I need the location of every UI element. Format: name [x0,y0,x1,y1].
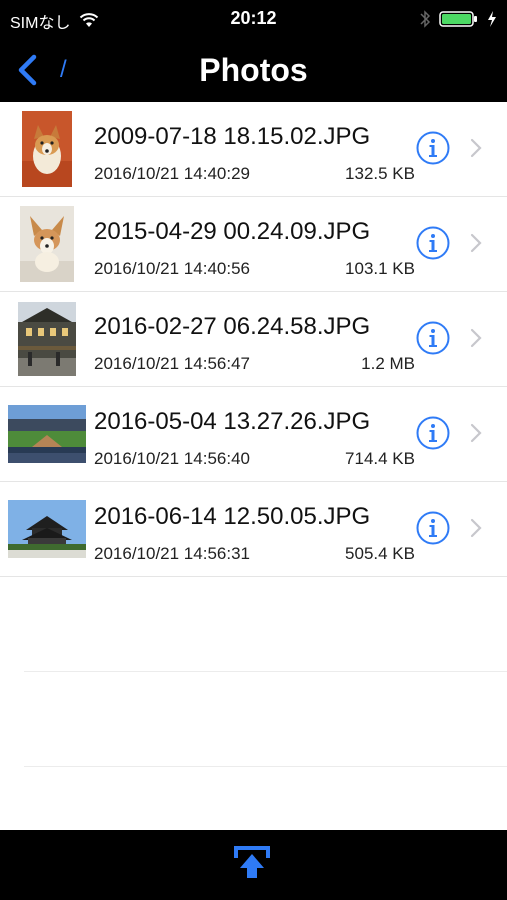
chevron-right-icon [470,138,482,158]
photo-thumbnail [18,302,76,376]
info-icon[interactable] [416,321,450,355]
info-icon[interactable] [416,511,450,545]
file-date: 2016/10/21 14:40:56 [94,259,250,278]
file-row[interactable]: 2016-05-04 13.27.26.JPG 2016/10/21 14:56… [0,387,507,482]
file-name: 2009-07-18 18.15.02.JPG [94,123,371,150]
bluetooth-icon [420,10,431,28]
file-row[interactable]: 2016-06-14 12.50.05.JPG 2016/10/21 14:56… [0,482,507,577]
status-bar: SIMなし 20:12 [0,0,507,40]
battery-icon [439,11,477,27]
charging-bolt-icon [488,11,496,27]
file-size: 132.5 KB [345,164,415,183]
navigation-bar: / Photos [0,40,507,102]
file-size: 103.1 KB [345,259,415,278]
file-name: 2015-04-29 00.24.09.JPG [94,218,371,245]
info-icon[interactable] [416,226,450,260]
file-name: 2016-05-04 13.27.26.JPG [94,408,371,435]
photo-thumbnail [22,111,72,187]
info-icon[interactable] [416,416,450,450]
page-title: Photos [199,52,308,88]
chevron-right-icon [470,328,482,348]
file-size: 1.2 MB [361,354,415,373]
photo-thumbnail [8,405,86,463]
file-size: 505.4 KB [345,544,415,563]
info-icon[interactable] [416,131,450,165]
file-date: 2016/10/21 14:40:29 [94,164,250,183]
file-name: 2016-06-14 12.50.05.JPG [94,503,371,530]
file-date: 2016/10/21 14:56:31 [94,544,250,563]
file-date: 2016/10/21 14:56:40 [94,449,250,468]
upload-share-icon[interactable] [232,844,272,882]
file-row[interactable]: 2009-07-18 18.15.02.JPG 2016/10/21 14:40… [0,102,507,197]
status-right [419,9,497,29]
file-row[interactable]: 2015-04-29 00.24.09.JPG 2016/10/21 14:40… [0,197,507,292]
chevron-right-icon [470,423,482,443]
photo-thumbnail [8,500,86,558]
row-separator [24,766,507,767]
chevron-right-icon [470,518,482,538]
photo-thumbnail [20,206,74,282]
row-separator [24,671,507,672]
chevron-right-icon [470,233,482,253]
file-size: 714.4 KB [345,449,415,468]
file-list: 2009-07-18 18.15.02.JPG 2016/10/21 14:40… [0,102,507,830]
bottom-toolbar [0,830,507,900]
file-row[interactable]: 2016-02-27 06.24.58.JPG 2016/10/21 14:56… [0,292,507,387]
file-name: 2016-02-27 06.24.58.JPG [94,313,371,340]
file-date: 2016/10/21 14:56:47 [94,354,250,373]
